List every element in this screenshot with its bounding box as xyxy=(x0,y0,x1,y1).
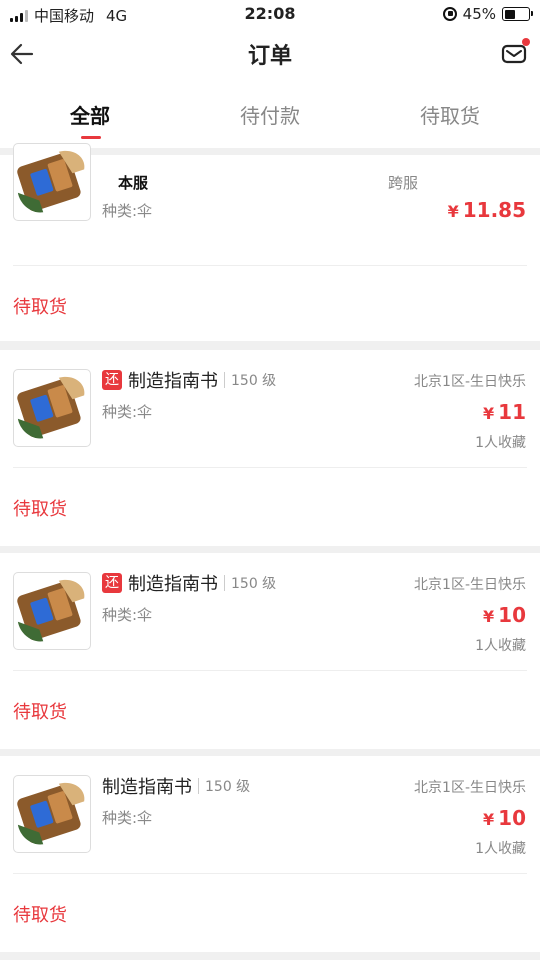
tab-all[interactable]: 全部 xyxy=(0,100,180,129)
favorites-count: 1人收藏 xyxy=(475,638,526,654)
scroll-book-icon xyxy=(17,376,85,439)
item-name: 制造指南书 xyxy=(128,574,218,595)
page-title: 订单 xyxy=(247,44,292,69)
nav-bar: 订单 xyxy=(0,30,540,78)
currency-symbol: ¥ xyxy=(483,810,495,829)
filter-local-server[interactable]: 本服 xyxy=(118,172,148,193)
item-name: 制造指南书 xyxy=(102,777,192,798)
item-kind: 种类:伞 xyxy=(102,202,153,220)
item-server: 北京1区-生日快乐 xyxy=(414,780,526,796)
favorites-count: 1人收藏 xyxy=(475,841,526,857)
order-status: 待取货 xyxy=(13,905,67,926)
item-kind: 种类:伞 xyxy=(102,809,153,827)
item-kind: 种类:伞 xyxy=(102,403,153,421)
divider xyxy=(13,467,527,468)
scroll-book-icon xyxy=(17,579,85,642)
rotation-lock-icon xyxy=(442,7,457,21)
price-value: 10 xyxy=(498,603,526,627)
item-thumbnail xyxy=(13,572,91,650)
divider xyxy=(13,265,527,266)
active-tab-indicator xyxy=(81,136,101,139)
item-price: ¥11.85 xyxy=(448,198,526,222)
favorites-count: 1人收藏 xyxy=(475,435,526,451)
order-card[interactable]: 种类:伞 ¥11.85 待取货 xyxy=(0,143,540,341)
item-price: ¥11 xyxy=(483,400,526,424)
status-bar: 中国移动 4G 22:08 45% xyxy=(0,0,540,30)
currency-symbol: ¥ xyxy=(483,404,495,423)
order-status: 待取货 xyxy=(13,702,67,723)
price-value: 11.85 xyxy=(462,198,526,222)
item-name: 制造指南书 xyxy=(128,371,218,392)
divider xyxy=(224,575,225,591)
price-value: 11 xyxy=(498,400,526,424)
unread-dot xyxy=(522,38,530,46)
divider xyxy=(224,372,225,388)
item-level: 150 级 xyxy=(231,576,277,592)
order-card[interactable]: 还 制造指南书 150 级 种类:伞 北京1区-生日快乐 ¥11 1人收藏 待取… xyxy=(0,350,540,546)
item-kind: 种类:伞 xyxy=(102,606,153,624)
return-badge: 还 xyxy=(102,573,122,593)
message-button[interactable] xyxy=(500,38,530,68)
item-price: ¥10 xyxy=(483,806,526,830)
item-level: 150 级 xyxy=(231,373,277,389)
item-thumbnail xyxy=(13,369,91,447)
filter-cross-server[interactable]: 跨服 xyxy=(388,172,418,193)
divider xyxy=(13,873,527,874)
return-badge: 还 xyxy=(102,370,122,390)
battery-percent: 45% xyxy=(462,5,496,23)
scroll-book-icon xyxy=(17,782,85,845)
item-price: ¥10 xyxy=(483,603,526,627)
tab-pending-pickup[interactable]: 待取货 xyxy=(360,100,540,129)
item-name-row: 制造指南书 150 级 xyxy=(102,774,250,798)
item-level: 150 级 xyxy=(205,779,251,795)
tab-pending-payment[interactable]: 待付款 xyxy=(180,100,360,129)
currency-symbol: ¥ xyxy=(483,607,495,626)
scroll-book-icon xyxy=(17,150,85,213)
item-name-row: 还 制造指南书 150 级 xyxy=(102,571,276,595)
order-card[interactable]: 制造指南书 150 级 种类:伞 北京1区-生日快乐 ¥10 1人收藏 待取货 xyxy=(0,756,540,952)
item-thumbnail xyxy=(13,775,91,853)
order-card[interactable]: 还 制造指南书 150 级 种类:伞 北京1区-生日快乐 ¥10 1人收藏 待取… xyxy=(0,553,540,749)
price-value: 10 xyxy=(498,806,526,830)
item-server: 北京1区-生日快乐 xyxy=(414,577,526,593)
order-status: 待取货 xyxy=(13,297,67,318)
order-status: 待取货 xyxy=(13,499,67,520)
divider xyxy=(13,670,527,671)
item-server: 北京1区-生日快乐 xyxy=(414,374,526,390)
item-thumbnail xyxy=(13,143,91,221)
status-right: 45% xyxy=(442,5,533,23)
divider xyxy=(198,778,199,794)
order-tabs: 全部 待付款 待取货 xyxy=(0,78,540,148)
battery-icon xyxy=(502,7,533,21)
item-name-row: 还 制造指南书 150 级 xyxy=(102,368,276,392)
currency-symbol: ¥ xyxy=(447,202,459,221)
